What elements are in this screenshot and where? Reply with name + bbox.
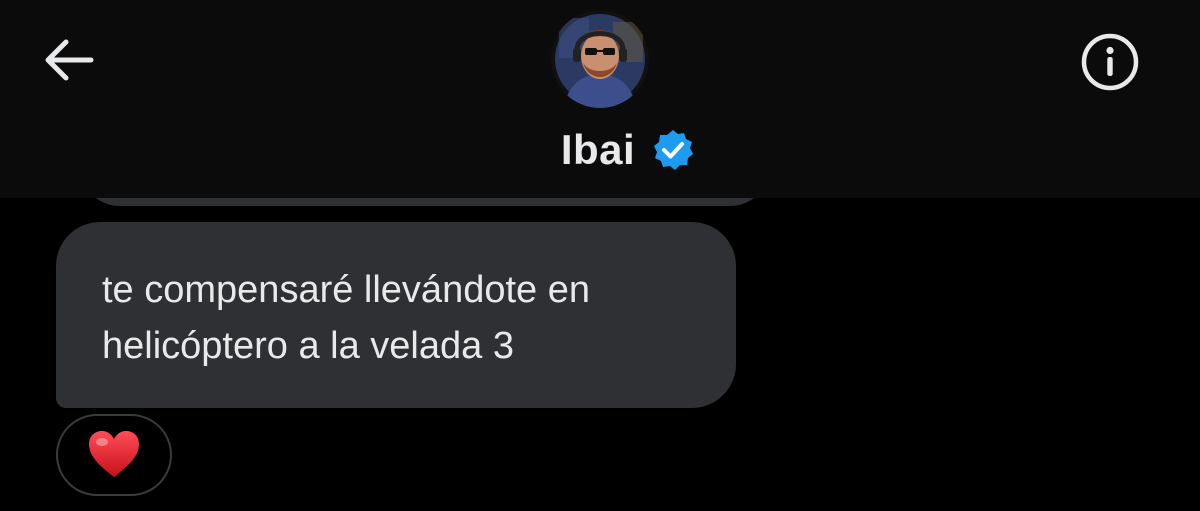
avatar[interactable] [551,10,649,108]
reaction-button[interactable] [56,414,172,496]
arrow-left-icon [45,39,94,81]
contact-name: Ibai [560,126,636,173]
conversation-header: Ibai [0,0,1200,198]
verified-badge-icon [651,128,695,172]
contact-name-row: Ibai [0,120,1200,180]
red-heart-icon [89,431,139,477]
profile-photo [551,10,649,108]
message-bubble[interactable]: te compensaré llevándote en helicóptero … [56,222,736,408]
info-button[interactable] [1078,30,1142,94]
back-button[interactable] [38,32,98,88]
message-text-line: te compensaré llevándote en [102,269,590,311]
message-text-line: helicóptero a la velada 3 [102,325,514,367]
info-icon [1081,33,1139,91]
